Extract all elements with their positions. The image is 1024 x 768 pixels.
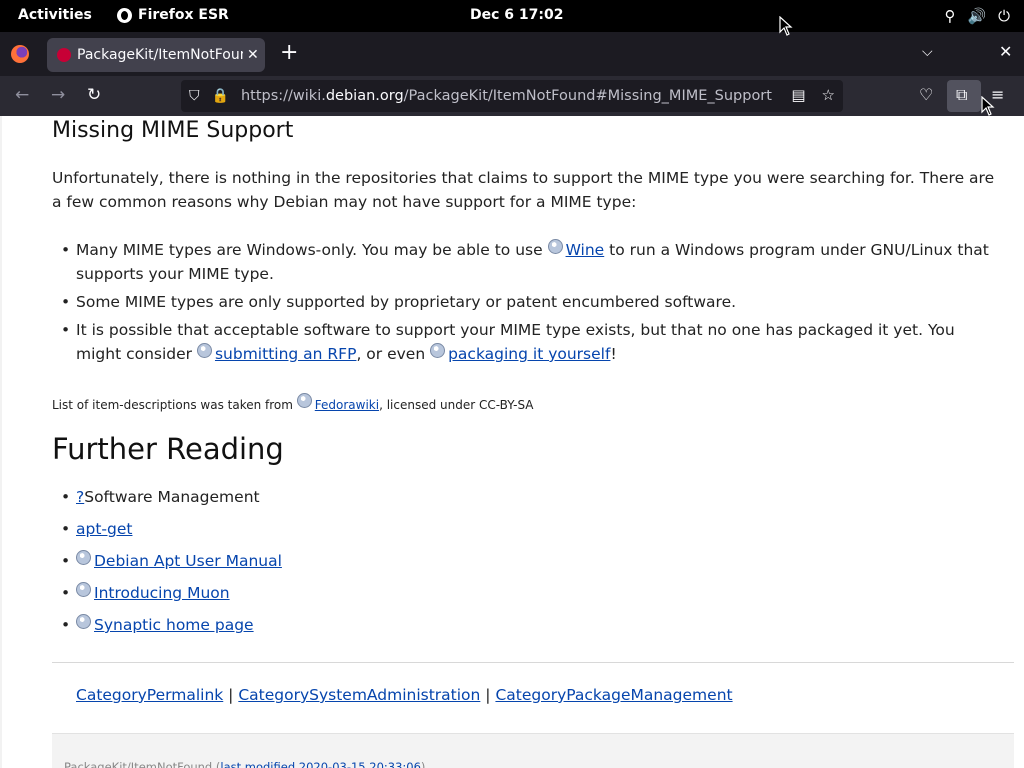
url-bar[interactable]: ⛉ 🔒 https://wiki.debian.org/PackageKit/I… (181, 80, 843, 112)
list-item: It is possible that acceptable software … (52, 318, 1002, 366)
tab-title: PackageKit/ItemNotFound (77, 47, 243, 63)
activities-button[interactable]: Activities (18, 7, 92, 23)
introducing-muon-link[interactable]: Introducing Muon (94, 584, 230, 602)
url-text[interactable]: https://wiki.debian.org/PackageKit/ItemN… (241, 88, 772, 104)
software-management-missing-link[interactable]: ? (76, 488, 84, 506)
lock-icon[interactable]: 🔒 (212, 88, 229, 104)
category-system-administration-link[interactable]: CategorySystemAdministration (238, 686, 480, 704)
extensions-button[interactable]: ⧉ (947, 80, 981, 112)
system-tray[interactable]: ⚲ 🔊 ⏻ (944, 7, 1010, 25)
list-item: Synaptic home page (52, 613, 282, 645)
external-link-globe-icon (547, 239, 563, 254)
packaging-it-yourself-link[interactable]: packaging it yourself (448, 345, 610, 363)
external-link-globe-icon (430, 343, 446, 358)
list-item: Introducing Muon (52, 581, 282, 613)
firefox-app-icon (117, 7, 132, 23)
back-arrow-icon[interactable]: ← (15, 85, 29, 105)
category-permalink-link[interactable]: CategoryPermalink (76, 686, 223, 704)
external-link-globe-icon (76, 582, 91, 597)
app-name-label: Firefox ESR (138, 7, 229, 23)
reasons-list: Many MIME types are Windows-only. You ma… (52, 238, 1002, 370)
new-tab-button[interactable]: + (280, 42, 298, 64)
system-top-bar: Activities Firefox ESR Dec 6 17:02 ⚲ 🔊 ⏻ (0, 0, 1024, 32)
content-left-edge (0, 116, 2, 768)
list-item: Some MIME types are only supported by pr… (52, 290, 1002, 314)
reader-view-icon[interactable]: ▤ (791, 86, 805, 104)
tracking-shield-icon[interactable]: ⛉ (189, 88, 200, 104)
external-link-globe-icon (76, 550, 91, 565)
external-link-globe-icon (296, 393, 312, 408)
window-close-icon[interactable]: ✕ (999, 42, 1012, 61)
tab-close-icon[interactable]: ✕ (247, 47, 259, 63)
further-reading-list: ?Software Management apt-get Debian Apt … (52, 485, 282, 645)
external-link-globe-icon (196, 343, 212, 358)
fedorawiki-link[interactable]: Fedorawiki (315, 398, 379, 412)
reload-icon[interactable]: ↻ (87, 85, 101, 105)
debian-apt-user-manual-link[interactable]: Debian Apt User Manual (94, 552, 282, 570)
list-all-tabs-chevron-icon[interactable]: ⌵ (922, 44, 933, 60)
list-item: Many MIME types are Windows-only. You ma… (52, 238, 1002, 286)
puzzle-piece-icon: ⧉ (956, 85, 968, 104)
tab-active[interactable]: PackageKit/ItemNotFound ✕ (47, 38, 265, 72)
bookmark-star-icon[interactable]: ☆ (822, 86, 835, 104)
credit-note: List of item-descriptions was taken from… (52, 393, 534, 412)
volume-icon[interactable]: 🔊 (967, 7, 986, 25)
synaptic-home-page-link[interactable]: Synaptic home page (94, 616, 254, 634)
submitting-rfp-link[interactable]: submitting an RFP (215, 345, 356, 363)
navigation-toolbar: ← → ↻ ⛉ 🔒 https://wiki.debian.org/Packag… (0, 76, 1024, 116)
page-content: Missing MIME Support Unfortunately, ther… (0, 116, 1024, 768)
heading-missing-mime-support: Missing MIME Support (52, 118, 294, 143)
last-modified-link[interactable]: last modified 2020-03-15 20:33:06 (220, 760, 421, 768)
footer-page-info: PackageKit/ItemNotFound (last modified 2… (64, 760, 425, 768)
firefox-view-icon[interactable] (11, 45, 29, 63)
debian-favicon-icon (57, 48, 71, 62)
heading-further-reading: Further Reading (52, 432, 284, 466)
list-item: ?Software Management (52, 485, 282, 517)
list-item: Debian Apt User Manual (52, 549, 282, 581)
list-item: apt-get (52, 517, 282, 549)
pocket-icon[interactable]: ♡ (919, 85, 933, 104)
apt-get-link[interactable]: apt-get (76, 520, 132, 538)
external-link-globe-icon (76, 614, 91, 629)
power-icon[interactable]: ⏻ (998, 7, 1010, 25)
page-footer: PackageKit/ItemNotFound (last modified 2… (52, 733, 1014, 768)
tab-strip: PackageKit/ItemNotFound ✕ + ⌵ ✕ (0, 32, 1024, 76)
category-links: CategoryPermalink | CategorySystemAdmini… (76, 686, 733, 704)
forward-arrow-icon[interactable]: → (51, 85, 65, 105)
divider (52, 662, 1014, 663)
wine-link[interactable]: Wine (566, 241, 605, 259)
clock[interactable]: Dec 6 17:02 (470, 7, 563, 23)
category-package-management-link[interactable]: CategoryPackageManagement (495, 686, 732, 704)
intro-paragraph: Unfortunately, there is nothing in the r… (52, 169, 995, 211)
accessibility-icon[interactable]: ⚲ (944, 7, 955, 25)
app-menu[interactable]: Firefox ESR (117, 7, 229, 23)
